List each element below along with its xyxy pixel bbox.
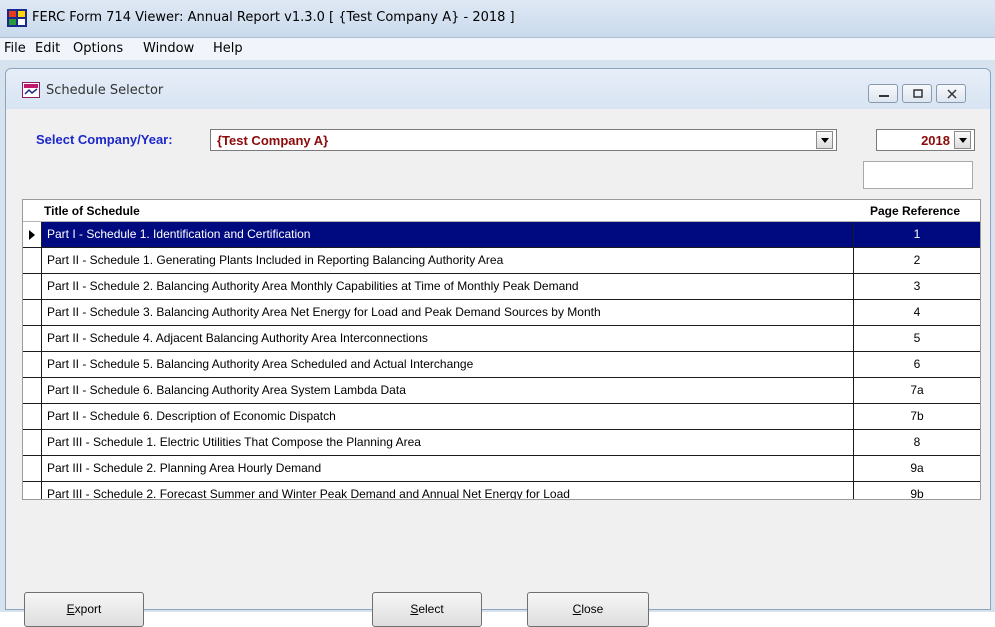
child-window-title: Schedule Selector [46,83,164,98]
row-indicator [23,404,42,429]
page-reference-cell[interactable]: 7b [854,404,980,429]
schedule-title-cell[interactable]: Part I - Schedule 1. Identification and … [42,222,854,247]
menu-edit[interactable]: Edit [35,41,60,56]
export-mnemonic: E [66,602,75,616]
menu-help[interactable]: Help [213,41,243,56]
menu-bar: File Edit Options Window Help [0,38,995,60]
company-value: {Test Company A} [217,133,329,148]
minimize-button[interactable] [868,84,898,103]
close-button[interactable]: Close [527,592,649,627]
schedule-title-cell[interactable]: Part II - Schedule 5. Balancing Authorit… [42,352,854,377]
select-company-year-label: Select Company/Year: [36,132,173,147]
schedule-title-cell[interactable]: Part III - Schedule 2. Planning Area Hou… [42,456,854,481]
menu-window[interactable]: Window [143,41,194,56]
page-reference-cell[interactable]: 1 [854,222,980,247]
table-row[interactable]: Part III - Schedule 2. Forecast Summer a… [23,482,980,499]
page-reference-cell[interactable]: 7a [854,378,980,403]
page-reference-cell[interactable]: 9a [854,456,980,481]
schedule-title-cell[interactable]: Part III - Schedule 2. Forecast Summer a… [42,482,854,499]
table-row[interactable]: Part II - Schedule 6. Balancing Authorit… [23,378,980,404]
restore-button[interactable] [902,84,932,103]
minimize-icon [879,95,889,97]
row-indicator [23,248,42,273]
close-label-rest: lose [581,602,604,616]
table-row[interactable]: Part II - Schedule 1. Generating Plants … [23,248,980,274]
chevron-down-icon[interactable] [816,131,833,149]
menu-file[interactable]: File [4,41,26,56]
app-logo-icon [7,9,27,27]
schedule-title-cell[interactable]: Part III - Schedule 1. Electric Utilitie… [42,430,854,455]
app-titlebar[interactable]: FERC Form 714 Viewer: Annual Report v1.3… [0,0,995,38]
chevron-down-icon[interactable] [954,131,971,149]
page-reference-cell[interactable]: 3 [854,274,980,299]
select-button[interactable]: Select [372,592,482,627]
row-pointer-icon [23,222,42,247]
table-row[interactable]: Part II - Schedule 6. Description of Eco… [23,404,980,430]
schedule-title-cell[interactable]: Part II - Schedule 2. Balancing Authorit… [42,274,854,299]
page-reference-cell[interactable]: 6 [854,352,980,377]
select-label-rest: elect [418,602,444,616]
table-row[interactable]: Part II - Schedule 5. Balancing Authorit… [23,352,980,378]
schedule-title-cell[interactable]: Part II - Schedule 6. Description of Eco… [42,404,854,429]
export-button[interactable]: Export [24,592,144,627]
schedule-selector-content: Select Company/Year: {Test Company A} 20… [6,109,990,627]
menu-options[interactable]: Options [73,41,123,56]
page-reference-cell[interactable]: 5 [854,326,980,351]
table-row[interactable]: Part II - Schedule 3. Balancing Authorit… [23,300,980,326]
table-row[interactable]: Part II - Schedule 2. Balancing Authorit… [23,274,980,300]
grid-header: Title of Schedule Page Reference [23,200,980,222]
schedule-title-cell[interactable]: Part II - Schedule 4. Adjacent Balancing… [42,326,854,351]
column-header-page-reference[interactable]: Page Reference [852,204,978,218]
mdi-workspace: Schedule Selector Select Company/Year: {… [0,60,995,627]
page-reference-cell[interactable]: 4 [854,300,980,325]
schedule-title-cell[interactable]: Part II - Schedule 6. Balancing Authorit… [42,378,854,403]
close-icon [947,89,957,99]
year-dropdown[interactable]: 2018 [876,129,975,151]
app-title: FERC Form 714 Viewer: Annual Report v1.3… [32,10,515,25]
grid-rows: Part I - Schedule 1. Identification and … [23,222,980,499]
row-indicator [23,456,42,481]
schedule-title-cell[interactable]: Part II - Schedule 3. Balancing Authorit… [42,300,854,325]
export-label-rest: xport [74,602,102,616]
row-indicator [23,352,42,377]
empty-status-field [863,161,973,189]
restore-icon [913,89,923,98]
page-reference-cell[interactable]: 9b [854,482,980,499]
row-indicator [23,378,42,403]
row-indicator [23,274,42,299]
row-indicator [23,300,42,325]
row-indicator [23,430,42,455]
table-row[interactable]: Part I - Schedule 1. Identification and … [23,222,980,248]
close-window-button[interactable] [936,84,966,103]
table-row[interactable]: Part III - Schedule 2. Planning Area Hou… [23,456,980,482]
column-header-title[interactable]: Title of Schedule [44,204,140,218]
table-row[interactable]: Part III - Schedule 1. Electric Utilitie… [23,430,980,456]
year-value: 2018 [921,133,950,148]
table-row[interactable]: Part II - Schedule 4. Adjacent Balancing… [23,326,980,352]
schedule-title-cell[interactable]: Part II - Schedule 1. Generating Plants … [42,248,854,273]
page-reference-cell[interactable]: 8 [854,430,980,455]
company-dropdown[interactable]: {Test Company A} [210,129,837,151]
row-indicator [23,326,42,351]
child-titlebar[interactable]: Schedule Selector [6,69,990,109]
row-indicator [23,482,42,499]
page-reference-cell[interactable]: 2 [854,248,980,273]
schedule-grid: Title of Schedule Page Reference Part I … [22,199,981,500]
schedule-selector-window: Schedule Selector Select Company/Year: {… [5,68,991,627]
form-logo-icon [22,82,40,98]
